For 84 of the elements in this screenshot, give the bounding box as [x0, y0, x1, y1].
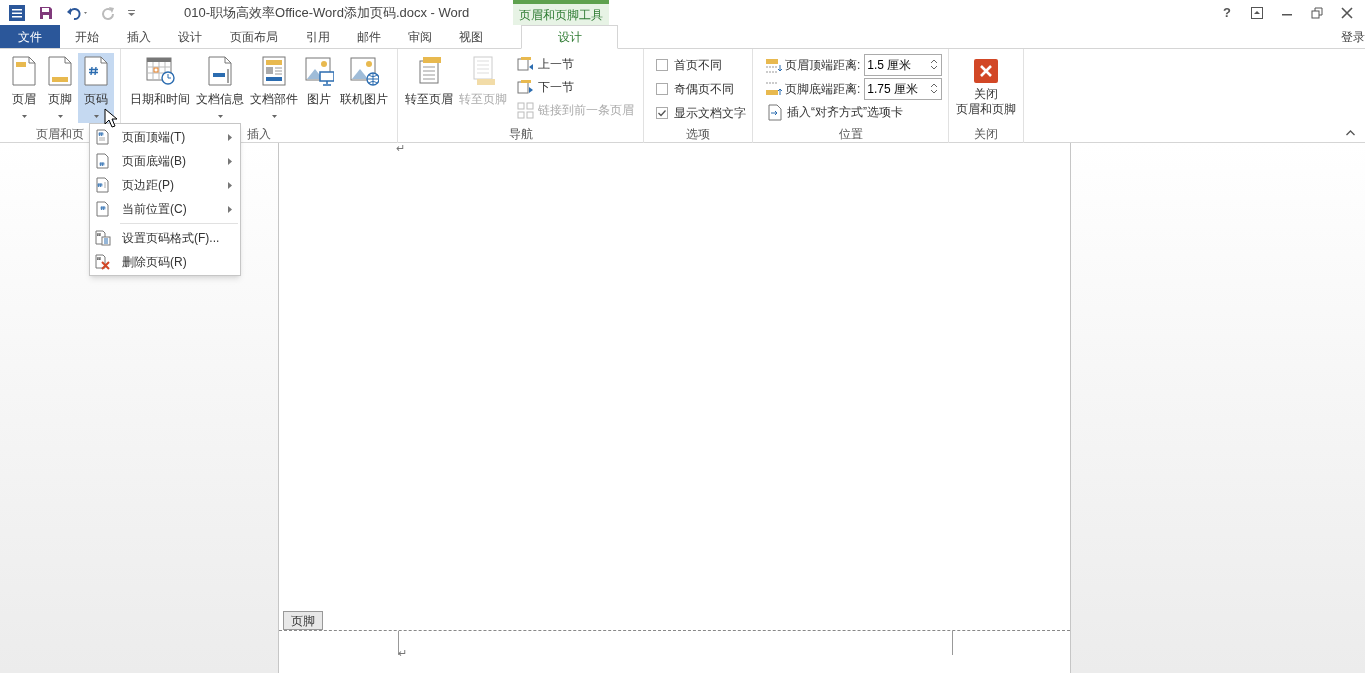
page-number-format-icon [95, 230, 111, 246]
ribbon-button[interactable]: 页码 [78, 53, 114, 123]
checkbox[interactable] [656, 58, 668, 71]
menu-item[interactable]: 页边距(P) [90, 173, 240, 197]
page-number-icon [81, 55, 111, 87]
ribbon-tab[interactable]: 插入 [113, 25, 164, 48]
menu-item[interactable]: 设置页码格式(F)... [90, 226, 240, 250]
checkbox-label: 奇偶页不同 [674, 80, 734, 98]
spinner-field[interactable]: 1.5 厘米 [864, 53, 943, 76]
header-top-distance-icon [765, 56, 783, 73]
remove-page-number-icon [95, 254, 111, 270]
menu-item[interactable]: 页面顶端(T) [90, 125, 240, 149]
spinner-field[interactable]: 1.75 厘米 [864, 77, 943, 100]
page-top-icon [95, 129, 111, 145]
footer-page-icon [45, 55, 75, 87]
collapse-ribbon-icon[interactable] [1346, 130, 1355, 136]
previous-section-icon [517, 55, 534, 73]
sign-in-link[interactable]: 登录 [1341, 27, 1365, 46]
document-info-icon [205, 55, 235, 87]
window-title: 010-职场高效率Office-Word添加页码.docx - Word [184, 3, 470, 22]
spin-up-icon[interactable] [931, 83, 938, 87]
checkbox-label: 首页不同 [674, 56, 722, 74]
ribbon-small-button[interactable]: 上一节 [516, 53, 635, 75]
insert-tab-icon [766, 103, 783, 121]
menu-item[interactable]: 当前位置(C) [90, 197, 240, 221]
ribbon-button[interactable]: 图片 [301, 53, 337, 123]
spin-down-icon[interactable] [931, 90, 938, 94]
contextual-group-label: 页眉和页脚工具 [513, 0, 609, 25]
ribbon-button[interactable]: 转至页眉 [402, 53, 456, 123]
ribbon-tab[interactable]: 开始 [60, 25, 113, 48]
ribbon-tab[interactable]: 引用 [292, 25, 343, 48]
ribbon-tab[interactable]: 设计 [521, 25, 618, 49]
ribbon-small-button[interactable]: 插入“对齐方式”选项卡 [765, 101, 943, 123]
footer-tag: 页脚 [283, 611, 323, 630]
ribbon-tab[interactable]: 设计 [164, 25, 215, 48]
checkbox[interactable] [656, 82, 668, 95]
ribbon-button[interactable]: 文档信息 [193, 53, 247, 123]
group-label: 位置 [838, 126, 863, 143]
ribbon-display-icon[interactable] [1251, 6, 1263, 19]
ribbon-tab[interactable]: 文件 [0, 25, 60, 48]
link-previous-icon [517, 101, 534, 119]
online-picture-icon [349, 55, 379, 87]
spin-up-icon[interactable] [931, 59, 938, 63]
spinner-label: 页脚底端距离: [785, 80, 861, 98]
next-section-icon [517, 78, 534, 96]
checkbox[interactable] [656, 106, 668, 119]
ribbon-button[interactable]: 联机图片 [337, 53, 391, 123]
group-label: 插入 [247, 126, 271, 143]
ribbon-tab[interactable]: 视图 [445, 25, 496, 48]
ribbon-button[interactable]: 文档部件 [247, 53, 301, 123]
page-bottom-icon [95, 153, 111, 169]
ribbon-tab[interactable]: 页面布局 [215, 25, 292, 48]
group-label: 页眉和页 [36, 126, 84, 143]
help-button[interactable]: ? [1223, 2, 1233, 23]
ribbon-button[interactable]: 页眉 [6, 53, 42, 123]
close-icon[interactable] [1341, 6, 1353, 19]
checkbox-label: 显示文档文字 [674, 104, 746, 122]
ribbon-button[interactable]: 日期和时间 [127, 53, 193, 123]
close-header-footer-button[interactable]: 关闭 页眉和页脚 [955, 53, 1018, 117]
document-parts-icon [259, 55, 289, 87]
ribbon-tab[interactable]: 邮件 [343, 25, 394, 48]
paragraph-mark: ↵ [398, 646, 407, 661]
customize-caret-icon[interactable] [128, 7, 136, 18]
menu-item[interactable]: 页面底端(B) [90, 149, 240, 173]
ribbon-small-button[interactable]: 下一节 [516, 76, 635, 98]
picture-icon [304, 55, 334, 87]
menu-item[interactable]: 删除页码(R) [90, 250, 240, 274]
group-label: 导航 [508, 126, 533, 143]
page-margin-icon [95, 177, 111, 193]
current-position-icon [95, 201, 111, 217]
group-label: 关闭 [974, 126, 999, 143]
ribbon-button[interactable]: 页脚 [42, 53, 78, 123]
group-label: 选项 [686, 126, 710, 143]
redo-icon [100, 4, 116, 21]
save-icon[interactable] [38, 4, 54, 21]
calendar-clock-icon [145, 55, 175, 87]
spinner-label: 页眉顶端距离: [785, 56, 861, 74]
footer-bottom-distance-icon [765, 80, 783, 97]
header-page-icon [9, 55, 39, 87]
ribbon-tab[interactable]: 审阅 [394, 25, 445, 48]
close-x-icon [974, 59, 999, 83]
spin-down-icon[interactable] [931, 66, 938, 70]
paragraph-mark: ↵ [396, 141, 405, 156]
restore-icon[interactable] [1311, 6, 1323, 19]
